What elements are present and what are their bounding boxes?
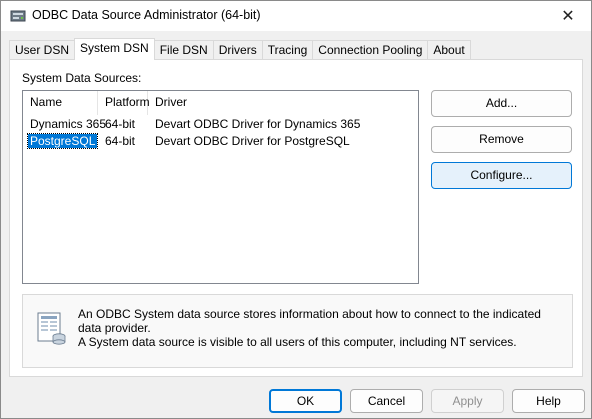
list-header: Name Platform Driver — [23, 91, 418, 115]
close-button[interactable]: ✕ — [545, 1, 591, 31]
list-item-driver: Devart ODBC Driver for PostgreSQL — [155, 134, 350, 148]
tab-about[interactable]: About — [427, 40, 471, 60]
tab-strip: User DSN System DSN File DSN Drivers Tra… — [9, 38, 471, 60]
tab-file-dsn[interactable]: File DSN — [153, 40, 214, 60]
apply-button[interactable]: Apply — [431, 389, 504, 413]
title-bar[interactable]: ODBC Data Source Administrator (64-bit) … — [1, 1, 591, 31]
info-text: An ODBC System data source stores inform… — [78, 307, 563, 349]
odbc-admin-icon — [10, 10, 26, 22]
info-line-1: An ODBC System data source stores inform… — [78, 307, 541, 335]
list-item-name: PostgreSQL — [26, 133, 99, 149]
help-button[interactable]: Help — [512, 389, 585, 413]
ok-button[interactable]: OK — [269, 389, 342, 413]
add-button[interactable]: Add... — [431, 90, 572, 117]
odbc-admin-window: ODBC Data Source Administrator (64-bit) … — [0, 0, 592, 419]
column-header-driver[interactable]: Driver — [148, 91, 323, 115]
list-item-name-cell: PostgreSQL — [23, 133, 99, 150]
system-data-sources-label: System Data Sources: — [22, 71, 142, 85]
column-header-name[interactable]: Name — [23, 91, 98, 115]
tab-system-dsn[interactable]: System DSN — [74, 38, 155, 60]
list-item-selected[interactable]: PostgreSQL 64-bit Devart ODBC Driver for… — [23, 133, 408, 150]
column-header-platform[interactable]: Platform — [98, 91, 150, 115]
remove-button[interactable]: Remove — [431, 126, 572, 153]
close-icon: ✕ — [561, 8, 575, 25]
data-sources-list[interactable]: Name Platform Driver Dynamics 365 64-bit… — [22, 90, 419, 284]
tab-drivers[interactable]: Drivers — [212, 40, 263, 60]
list-item[interactable]: Dynamics 365 64-bit Devart ODBC Driver f… — [23, 116, 408, 133]
cancel-button[interactable]: Cancel — [350, 389, 423, 413]
list-item-name: Dynamics 365 — [30, 117, 107, 131]
list-item-platform: 64-bit — [105, 134, 136, 148]
info-line-2: A System data source is visible to all u… — [78, 335, 517, 349]
window-title: ODBC Data Source Administrator (64-bit) — [32, 8, 261, 22]
data-source-info-icon — [37, 312, 66, 345]
tab-connection-pooling[interactable]: Connection Pooling — [312, 40, 429, 60]
system-dsn-panel: System Data Sources: Name Platform Drive… — [9, 59, 583, 377]
list-item-driver: Devart ODBC Driver for Dynamics 365 — [155, 117, 361, 131]
configure-button[interactable]: Configure... — [431, 162, 572, 189]
info-box: An ODBC System data source stores inform… — [22, 294, 573, 368]
tab-user-dsn[interactable]: User DSN — [9, 40, 76, 60]
tab-tracing[interactable]: Tracing — [261, 40, 314, 60]
list-item-platform: 64-bit — [105, 117, 136, 131]
